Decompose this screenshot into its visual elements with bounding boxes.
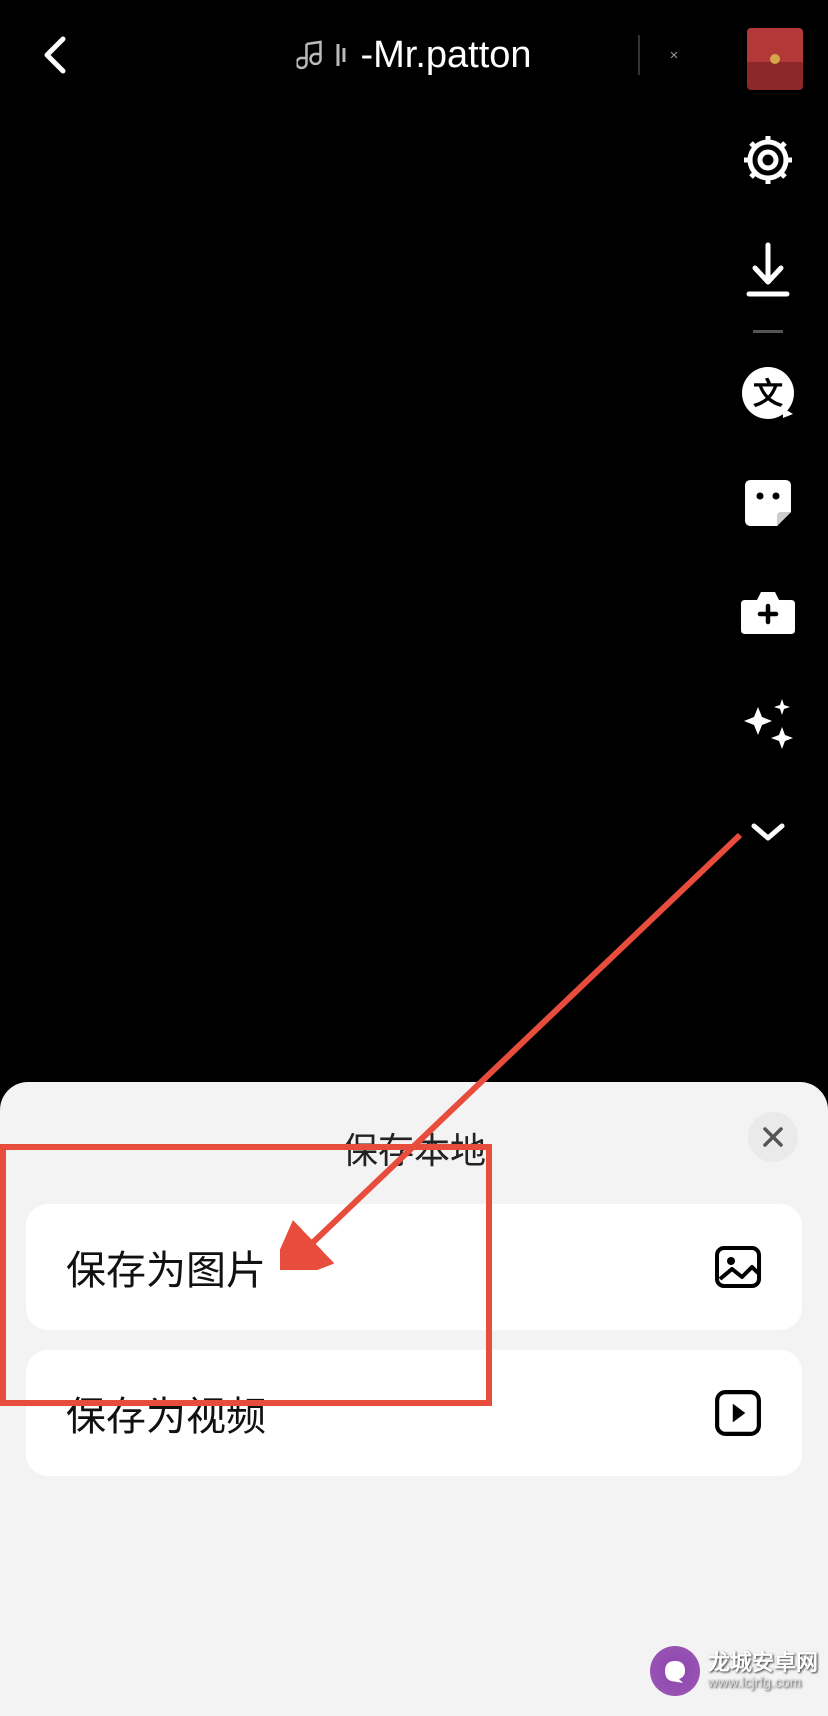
sticker-icon	[741, 476, 795, 530]
close-icon	[761, 1125, 785, 1149]
sheet-title: 保存本地	[342, 1122, 486, 1174]
svg-text:文: 文	[753, 377, 783, 411]
download-icon	[743, 240, 793, 300]
expand-button[interactable]	[738, 803, 798, 863]
video-icon	[714, 1389, 762, 1437]
music-icon	[296, 40, 324, 70]
save-as-image-option[interactable]: 保存为图片	[26, 1204, 802, 1330]
text-button[interactable]: 文	[738, 363, 798, 423]
download-button[interactable]	[738, 240, 798, 300]
toolbar-divider	[753, 330, 783, 333]
save-as-video-option[interactable]: 保存为视频	[26, 1350, 802, 1476]
header-close-button[interactable]	[638, 35, 678, 75]
chevron-down-icon	[750, 822, 786, 844]
option-label: 保存为视频	[66, 1384, 266, 1442]
side-toolbar: 文	[738, 130, 798, 863]
watermark-url: www.lcjrfg.com	[708, 1675, 818, 1690]
text-icon: 文	[739, 364, 797, 422]
sparkle-button[interactable]	[738, 693, 798, 753]
image-icon	[714, 1243, 762, 1291]
watermark: 龙城安卓网 www.lcjrfg.com	[650, 1646, 818, 1696]
gear-icon	[741, 133, 795, 187]
header: -Mr.patton	[0, 0, 828, 110]
sheet-close-button[interactable]	[748, 1112, 798, 1162]
settings-button[interactable]	[738, 130, 798, 190]
watermark-text: 龙城安卓网 www.lcjrfg.com	[708, 1651, 818, 1691]
gift-icon[interactable]	[747, 28, 803, 90]
title-area[interactable]: -Mr.patton	[296, 34, 531, 77]
save-bottom-sheet: 保存本地 保存为图片 保存为视频	[0, 1082, 828, 1716]
chevron-left-icon	[41, 35, 69, 75]
back-button[interactable]	[30, 30, 80, 80]
close-icon	[670, 40, 678, 70]
watermark-logo-icon	[650, 1646, 700, 1696]
camera-plus-icon	[739, 588, 797, 638]
sparkle-icon	[740, 697, 796, 749]
sheet-header: 保存本地	[0, 1112, 828, 1204]
option-label: 保存为图片	[66, 1238, 266, 1296]
effects-button[interactable]	[738, 583, 798, 643]
title-text: -Mr.patton	[360, 34, 531, 77]
watermark-name: 龙城安卓网	[708, 1651, 818, 1675]
bar-icon	[334, 40, 350, 70]
sticker-button[interactable]	[738, 473, 798, 533]
